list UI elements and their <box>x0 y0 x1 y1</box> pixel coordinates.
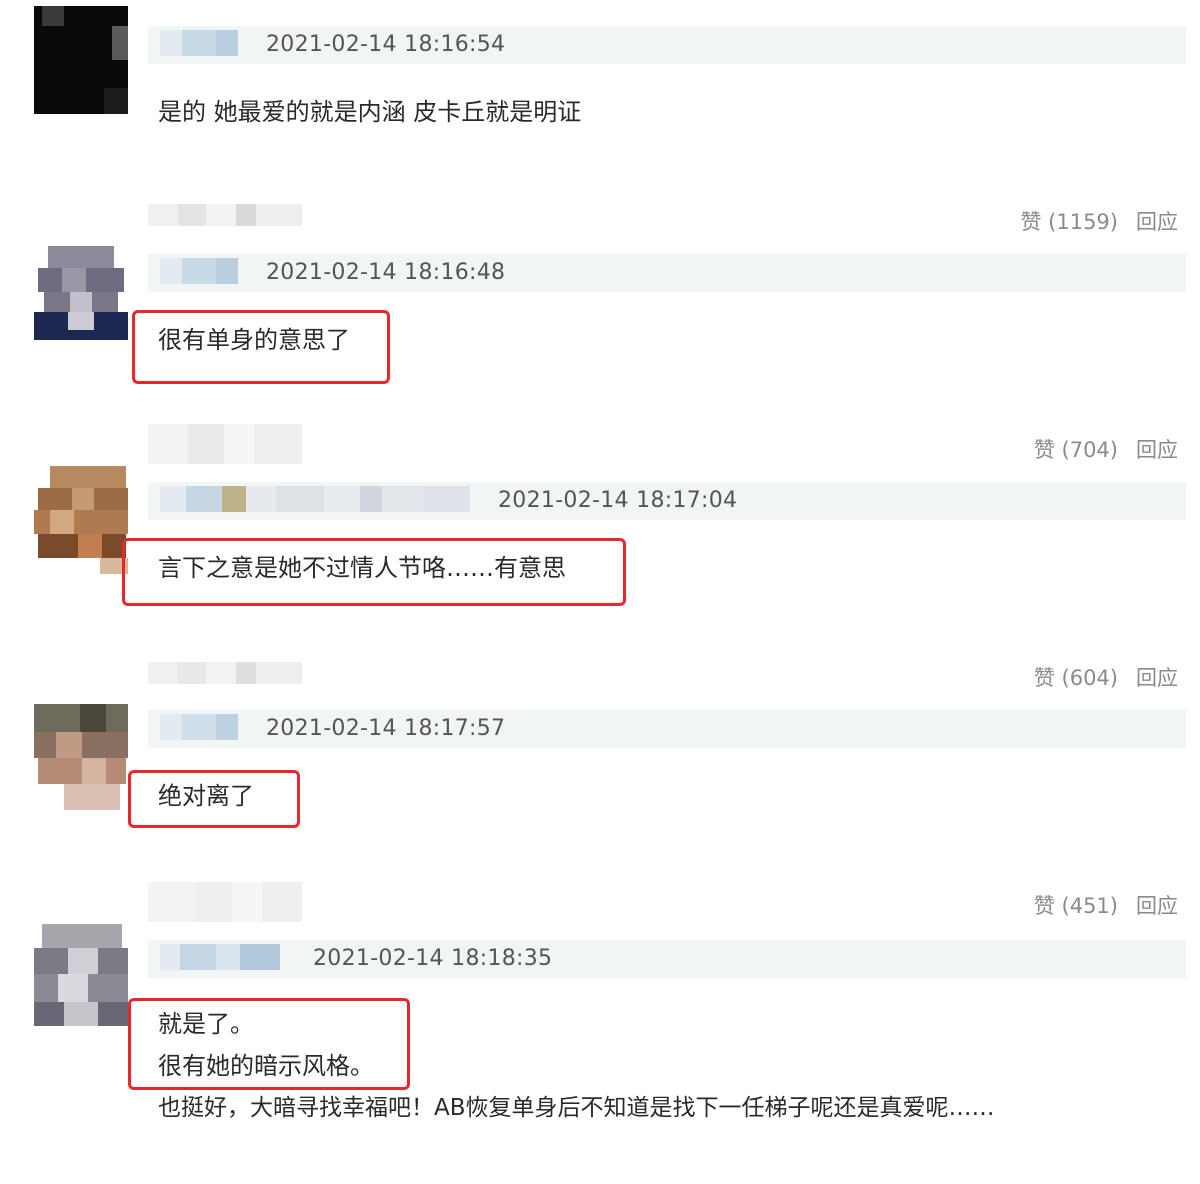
timestamp: 2021-02-14 18:18:35 <box>313 946 553 971</box>
username-blurred[interactable] <box>160 486 470 512</box>
timestamp: 2021-02-14 18:17:57 <box>266 716 506 741</box>
like-button[interactable]: 赞 (451) <box>1034 894 1118 918</box>
comment-extra-text: 也挺好，大暗寻找幸福吧！AB恢复单身后不知道是找下一任梯子呢还是真爱呢…… <box>158 1095 995 1121</box>
reply-button[interactable]: 回应 <box>1136 210 1178 234</box>
comment-text-line-2: 很有她的暗示风格。 <box>158 1052 374 1080</box>
like-button[interactable]: 赞 (704) <box>1034 438 1118 462</box>
blurred-meta <box>148 204 302 226</box>
reply-button[interactable]: 回应 <box>1136 666 1178 690</box>
like-button[interactable]: 赞 (1159) <box>1020 210 1118 234</box>
comment-header: 2021-02-14 18:17:57 <box>148 710 1186 748</box>
username-blurred[interactable] <box>160 944 280 970</box>
comment-header: 2021-02-14 18:16:54 <box>148 26 1186 64</box>
comment-header: 2021-02-14 18:18:35 <box>148 940 1186 978</box>
avatar[interactable] <box>34 924 128 1032</box>
username-blurred[interactable] <box>160 714 238 740</box>
username-blurred[interactable] <box>160 30 238 56</box>
avatar[interactable] <box>34 466 128 574</box>
comment-text: 言下之意是她不过情人节咯……有意思 <box>158 554 566 582</box>
comment-text: 很有单身的意思了 <box>158 326 350 354</box>
blurred-meta <box>148 882 302 922</box>
blurred-meta <box>148 424 302 464</box>
avatar[interactable] <box>34 246 128 344</box>
comment-actions: 赞 (1159) 回应 <box>1020 206 1178 236</box>
comment-text: 是的 她最爱的就是内涵 皮卡丘就是明证 <box>158 98 582 126</box>
reply-button[interactable]: 回应 <box>1136 438 1178 462</box>
comment-actions: 赞 (704) 回应 <box>1034 434 1178 464</box>
comment-text-line-1: 就是了。 <box>158 1010 254 1038</box>
comment-actions: 赞 (604) 回应 <box>1034 662 1178 692</box>
comment-text: 绝对离了 <box>158 782 254 810</box>
comment-header: 2021-02-14 18:17:04 <box>148 482 1186 520</box>
blurred-meta <box>148 662 302 684</box>
comment-actions: 赞 (451) 回应 <box>1034 890 1178 920</box>
username-blurred[interactable] <box>160 258 238 284</box>
avatar[interactable] <box>34 704 128 810</box>
timestamp: 2021-02-14 18:16:48 <box>266 260 506 285</box>
reply-button[interactable]: 回应 <box>1136 894 1178 918</box>
comment-header: 2021-02-14 18:16:48 <box>148 254 1186 292</box>
timestamp: 2021-02-14 18:17:04 <box>498 488 738 513</box>
avatar[interactable] <box>34 6 128 114</box>
like-button[interactable]: 赞 (604) <box>1034 666 1118 690</box>
timestamp: 2021-02-14 18:16:54 <box>266 32 506 57</box>
